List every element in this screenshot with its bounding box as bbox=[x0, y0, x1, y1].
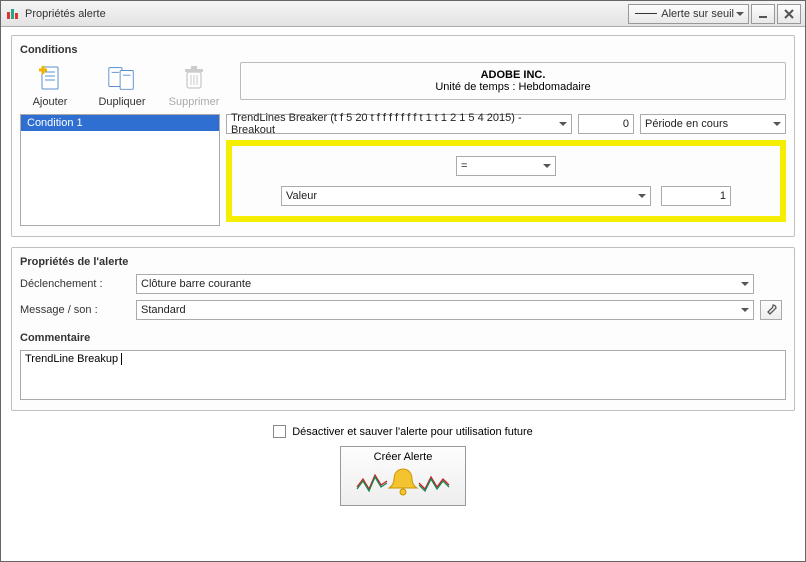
value-field[interactable]: 1 bbox=[661, 186, 731, 206]
alert-props-title: Propriétés de l'alerte bbox=[20, 254, 786, 274]
instrument-timeframe: Unité de temps : Hebdomadaire bbox=[247, 81, 779, 93]
minimize-button[interactable] bbox=[751, 4, 775, 24]
add-icon bbox=[34, 62, 66, 94]
offset-value: 0 bbox=[623, 118, 629, 130]
duplicate-label: Dupliquer bbox=[98, 96, 145, 108]
comment-text: TrendLine Breakup bbox=[25, 353, 118, 365]
comment-textarea[interactable]: TrendLine Breakup bbox=[20, 350, 786, 400]
trash-icon bbox=[178, 62, 210, 94]
period-select[interactable]: Période en cours bbox=[640, 114, 786, 134]
alert-type-label: Alerte sur seuil bbox=[661, 8, 734, 20]
trigger-label: Déclenchement : bbox=[20, 278, 130, 290]
trigger-value: Clôture barre courante bbox=[141, 278, 251, 290]
deactivate-label: Désactiver et sauver l'alerte pour utili… bbox=[292, 426, 533, 438]
indicator-select-value: TrendLines Breaker (t f 5 20 t f f f f f… bbox=[231, 112, 555, 136]
add-label: Ajouter bbox=[33, 96, 68, 108]
alert-type-dropdown[interactable]: Alerte sur seuil bbox=[628, 4, 749, 24]
delete-label: Supprimer bbox=[169, 96, 220, 108]
conditions-title: Conditions bbox=[20, 42, 786, 62]
comment-title: Commentaire bbox=[20, 330, 786, 350]
indicator-select[interactable]: TrendLines Breaker (t f 5 20 t f f f f f… bbox=[226, 114, 572, 134]
duplicate-icon bbox=[106, 62, 138, 94]
close-button[interactable] bbox=[777, 4, 801, 24]
value-num: 1 bbox=[720, 190, 726, 202]
sound-settings-button[interactable] bbox=[760, 300, 782, 320]
value-type-select[interactable]: Valeur bbox=[281, 186, 651, 206]
add-button[interactable]: Ajouter bbox=[20, 62, 80, 108]
titlebar: Propriétés alerte Alerte sur seuil bbox=[1, 1, 805, 27]
period-select-value: Période en cours bbox=[645, 118, 728, 130]
list-item[interactable]: Condition 1 bbox=[21, 115, 219, 131]
operator-value: = bbox=[461, 160, 467, 172]
message-value: Standard bbox=[141, 304, 186, 316]
conditions-list[interactable]: Condition 1 bbox=[20, 114, 220, 226]
instrument-name: ADOBE INC. bbox=[247, 69, 779, 81]
instrument-info: ADOBE INC. Unité de temps : Hebdomadaire bbox=[240, 62, 786, 100]
create-alert-button[interactable]: Créer Alerte bbox=[340, 446, 466, 506]
window-title: Propriétés alerte bbox=[25, 8, 106, 20]
message-select[interactable]: Standard bbox=[136, 300, 754, 320]
operator-select[interactable]: = bbox=[456, 156, 556, 176]
deactivate-checkbox[interactable] bbox=[273, 425, 286, 438]
create-alert-label: Créer Alerte bbox=[355, 451, 451, 463]
bell-icon bbox=[355, 465, 451, 499]
alert-props-panel: Propriétés de l'alerte Déclenchement : C… bbox=[11, 247, 795, 411]
highlighted-area: = Valeur 1 bbox=[226, 140, 786, 222]
offset-field[interactable]: 0 bbox=[578, 114, 634, 134]
app-icon bbox=[5, 6, 21, 22]
footer: Désactiver et sauver l'alerte pour utili… bbox=[11, 421, 795, 506]
delete-button: Supprimer bbox=[164, 62, 224, 108]
duplicate-button[interactable]: Dupliquer bbox=[92, 62, 152, 108]
value-type-value: Valeur bbox=[286, 190, 317, 202]
message-label: Message / son : bbox=[20, 304, 130, 316]
trigger-select[interactable]: Clôture barre courante bbox=[136, 274, 754, 294]
wrench-icon bbox=[764, 303, 778, 317]
conditions-panel: Conditions Ajouter Dupliquer Supprimer bbox=[11, 35, 795, 237]
